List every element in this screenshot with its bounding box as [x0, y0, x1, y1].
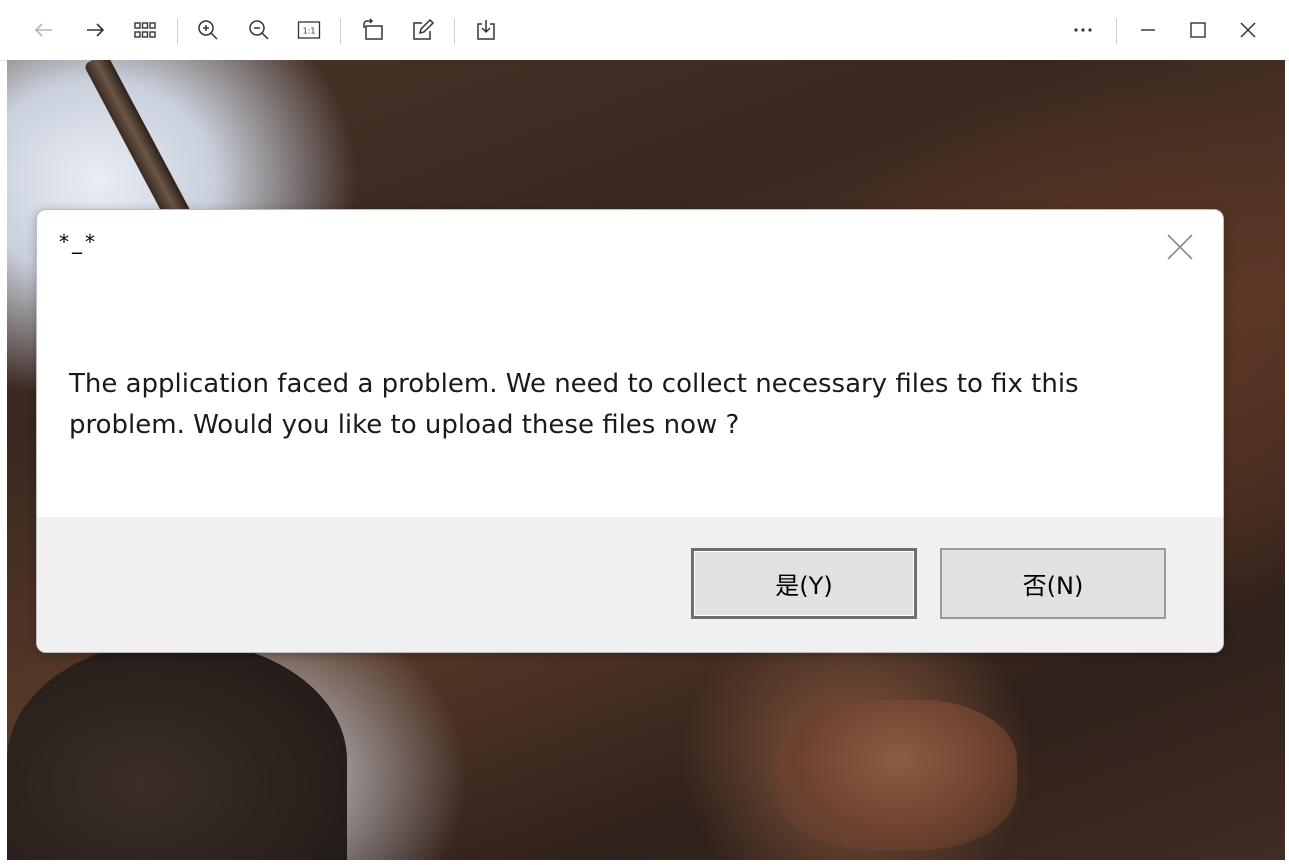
minimize-icon[interactable]: [1130, 12, 1166, 48]
error-dialog: *_* The application faced a problem. We …: [36, 209, 1224, 653]
close-icon[interactable]: [1230, 12, 1266, 48]
no-button[interactable]: 否(N): [940, 548, 1166, 619]
actual-size-label: 1:1: [303, 27, 316, 36]
grid-view-icon[interactable]: [127, 12, 163, 48]
more-icon[interactable]: [1065, 12, 1101, 48]
toolbar-divider: [177, 18, 178, 44]
toolbar-divider: [340, 18, 341, 44]
dialog-footer: 是(Y) 否(N): [37, 517, 1223, 652]
maximize-icon[interactable]: [1180, 12, 1216, 48]
save-icon[interactable]: [468, 12, 504, 48]
rotate-icon[interactable]: [355, 12, 391, 48]
toolbar-divider: [1116, 18, 1117, 44]
edit-icon[interactable]: [405, 12, 441, 48]
image-hand-shape: [777, 700, 1017, 850]
toolbar-divider: [454, 18, 455, 44]
yes-button[interactable]: 是(Y): [691, 548, 917, 619]
dialog-close-icon[interactable]: [1163, 230, 1197, 264]
image-fur-shape: [7, 640, 347, 860]
zoom-in-icon[interactable]: [190, 12, 226, 48]
image-viewer-toolbar: 1:1: [0, 0, 1289, 61]
back-arrow-icon[interactable]: [26, 12, 62, 48]
zoom-out-icon[interactable]: [241, 12, 277, 48]
actual-size-icon[interactable]: 1:1: [291, 12, 327, 48]
dialog-title: *_*: [59, 230, 98, 254]
dialog-message: The application faced a problem. We need…: [69, 369, 1079, 440]
forward-arrow-icon[interactable]: [77, 12, 113, 48]
